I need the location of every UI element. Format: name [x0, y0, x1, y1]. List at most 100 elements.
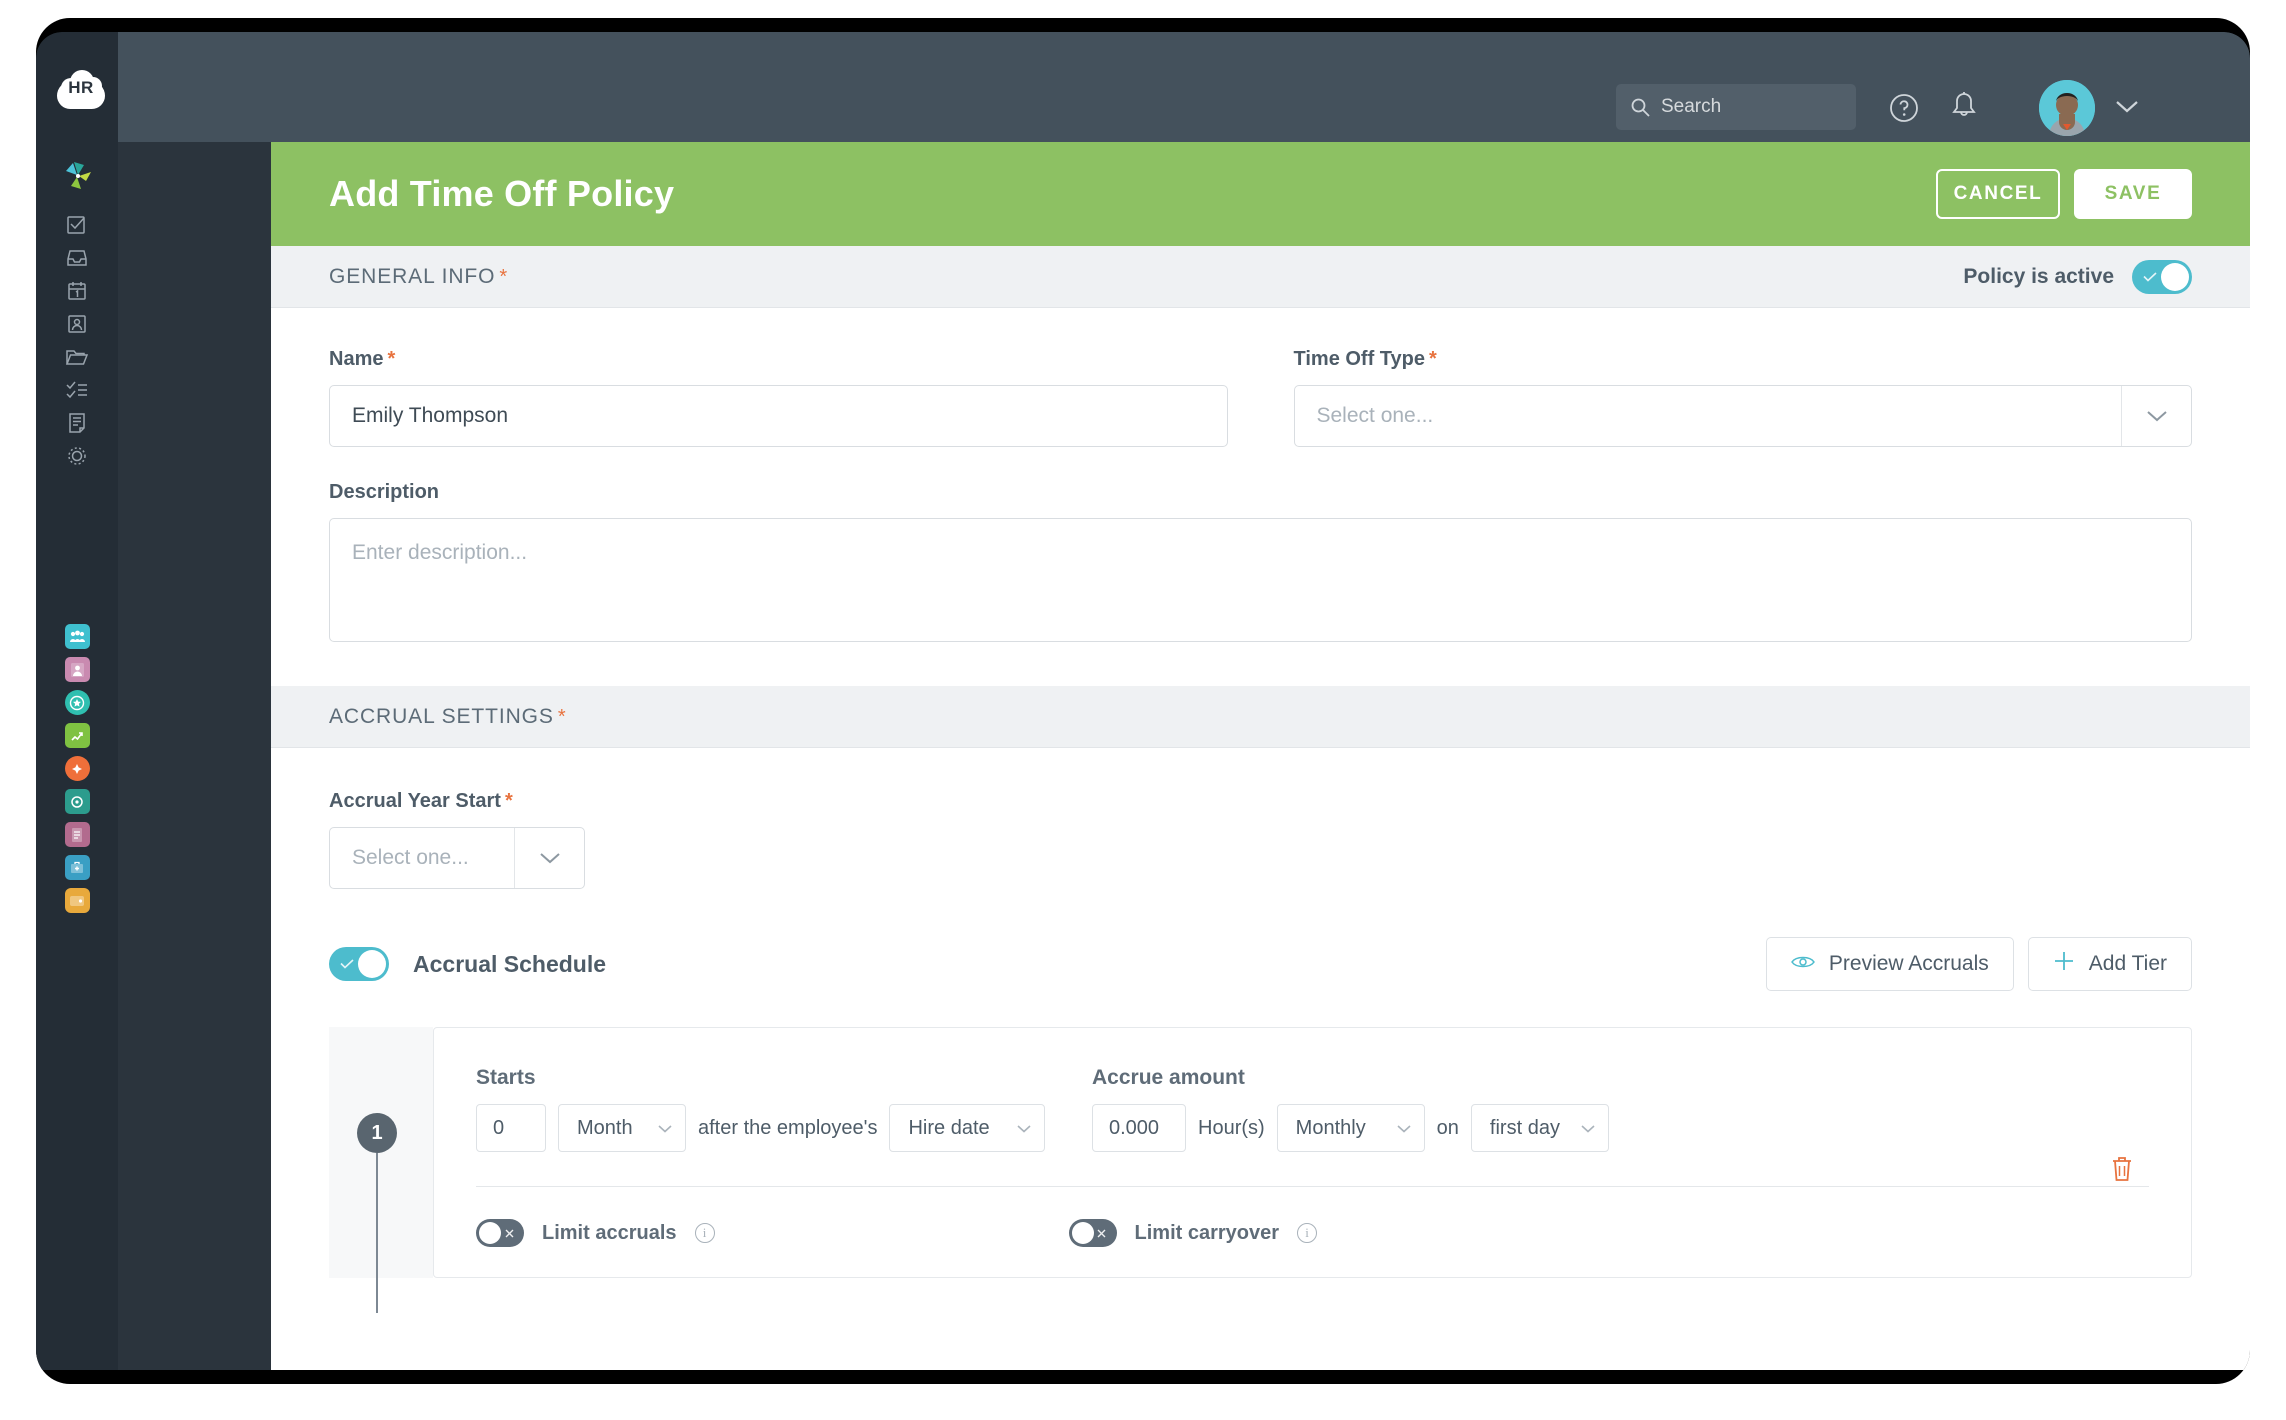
chevron-down-icon[interactable]: [2121, 386, 2191, 446]
sidebar-item-directory-app[interactable]: [36, 653, 118, 686]
policy-active-label: Policy is active: [1963, 264, 2114, 288]
accrue-on-text: on: [1436, 1116, 1459, 1139]
sidebar-nav: [36, 208, 118, 472]
sidebar-item-calendar[interactable]: [36, 274, 118, 307]
delete-tier-button[interactable]: [2109, 1154, 2135, 1189]
toggle-knob: [1071, 1222, 1094, 1244]
sidebar-item-wallet-app[interactable]: [36, 884, 118, 917]
accrue-controls: 0.000 Hour(s) Monthly on first day: [1092, 1104, 2149, 1152]
sidebar-item-performance-app[interactable]: [36, 719, 118, 752]
accrual-year-start-select[interactable]: Select one...: [329, 827, 585, 889]
accrual-schedule-toggle[interactable]: [329, 947, 389, 981]
close-icon: [498, 1219, 520, 1247]
question-circle-icon[interactable]: [1888, 92, 1920, 124]
hr-logo-text: HR: [68, 78, 94, 97]
pinwheel-logo-icon[interactable]: [60, 158, 96, 194]
accrual-settings-body: Accrual Year Start * Select one... Accru…: [271, 748, 2250, 1313]
page-header: Add Time Off Policy CANCEL SAVE: [271, 142, 2250, 246]
sidebar-item-files[interactable]: [36, 340, 118, 373]
tier-gutter: 1: [329, 1027, 433, 1313]
name-field-group: Name * Emily Thompson: [329, 348, 1228, 447]
required-asterisk: *: [499, 265, 509, 288]
sidebar-item-compass-app[interactable]: [36, 752, 118, 785]
sidebar-item-employee[interactable]: [36, 307, 118, 340]
policy-active-toggle[interactable]: [2132, 259, 2192, 294]
save-button[interactable]: SAVE: [2074, 169, 2192, 219]
accrual-year-start-value: Select one...: [352, 846, 469, 869]
main-panel: Add Time Off Policy CANCEL SAVE GENERAL …: [271, 142, 2250, 1370]
chevron-down-icon: [1016, 1117, 1032, 1140]
chevron-down-icon[interactable]: [514, 828, 584, 888]
starts-anchor-value: Hire date: [908, 1116, 990, 1139]
starts-label: Starts: [476, 1066, 536, 1089]
description-group: Description Enter description...: [329, 447, 2192, 642]
cancel-button[interactable]: CANCEL: [1936, 169, 2060, 219]
sidebar-item-insights-app[interactable]: [36, 785, 118, 818]
accrual-year-start-label-text: Accrual Year Start: [329, 790, 501, 812]
hr-logo[interactable]: HR: [57, 69, 105, 109]
preview-accruals-button[interactable]: Preview Accruals: [1765, 937, 2014, 991]
accrual-settings-label: ACCRUAL SETTINGS: [329, 704, 554, 728]
accrue-frequency-value: Monthly: [1295, 1116, 1366, 1139]
search-placeholder: Search: [1661, 96, 1722, 117]
tier-starts-column: Starts 0 Month after the employee's Hire…: [476, 1066, 1092, 1152]
required-asterisk: *: [387, 348, 396, 370]
name-label: Name *: [329, 348, 1228, 371]
limit-accruals-group: Limit accruals i: [476, 1219, 715, 1247]
name-input[interactable]: Emily Thompson: [329, 385, 1228, 447]
sidebar-item-settings[interactable]: [36, 439, 118, 472]
starts-amount-input[interactable]: 0: [476, 1104, 546, 1152]
info-icon[interactable]: i: [1297, 1223, 1318, 1243]
time-off-type-select[interactable]: Select one...: [1293, 385, 2192, 447]
top-header-bar: Search: [118, 32, 2250, 142]
sidebar-item-benefits-app[interactable]: [36, 851, 118, 884]
sidebar-item-reports[interactable]: [36, 406, 118, 439]
toggle-knob: [479, 1222, 501, 1244]
chevron-down-icon[interactable]: [2114, 98, 2140, 114]
starts-anchor-select[interactable]: Hire date: [889, 1104, 1046, 1152]
accrue-day-select[interactable]: first day: [1470, 1104, 1609, 1152]
starts-unit-select[interactable]: Month: [558, 1104, 686, 1152]
avatar[interactable]: [2039, 80, 2095, 136]
tier-columns: Starts 0 Month after the employee's Hire…: [476, 1066, 2149, 1152]
name-label-text: Name: [329, 348, 384, 370]
limit-accruals-toggle[interactable]: [476, 1219, 524, 1247]
accrual-settings-section-bar: ACCRUAL SETTINGS *: [271, 686, 2250, 748]
accrue-amount-input[interactable]: 0.000: [1092, 1104, 1186, 1152]
sidebar-item-people-app[interactable]: [36, 620, 118, 653]
search-icon: [1630, 97, 1651, 118]
close-icon: [1091, 1219, 1113, 1247]
add-tier-button[interactable]: Add Tier: [2027, 937, 2192, 991]
bell-icon[interactable]: [1949, 90, 1979, 124]
accrue-frequency-select[interactable]: Monthly: [1276, 1104, 1425, 1152]
search-input[interactable]: Search: [1616, 84, 1856, 130]
toggle-knob: [358, 950, 386, 978]
required-asterisk: *: [557, 705, 567, 728]
starts-unit-value: Month: [577, 1116, 633, 1139]
info-icon[interactable]: i: [694, 1223, 715, 1243]
accrue-day-value: first day: [1489, 1116, 1560, 1139]
header-actions: CANCEL SAVE: [1936, 169, 2192, 219]
sidebar-item-recognition-app[interactable]: [36, 686, 118, 719]
general-info-section-bar: GENERAL INFO * Policy is active: [271, 246, 2250, 308]
accrual-year-start-group: Accrual Year Start * Select one...: [329, 748, 2192, 889]
check-icon: [333, 947, 361, 981]
time-off-type-value: Select one...: [1316, 404, 1434, 427]
time-off-type-label-text: Time Off Type: [1293, 348, 1426, 370]
limit-carryover-group: Limit carryover i: [1068, 1219, 1318, 1247]
sidebar-item-payroll-app[interactable]: [36, 818, 118, 851]
accrual-schedule-actions: Preview Accruals Add Tier: [1765, 937, 2192, 991]
sidebar-item-inbox[interactable]: [36, 241, 118, 274]
limit-carryover-toggle[interactable]: [1068, 1219, 1117, 1247]
starts-connector-text: after the employee's: [698, 1116, 878, 1139]
page-title: Add Time Off Policy: [329, 173, 675, 214]
device-frame: HR Search Add Time Off Policy CANCEL SAV…: [36, 18, 2250, 1384]
left-sidebar: HR: [36, 32, 118, 1370]
sidebar-item-checklist[interactable]: [36, 373, 118, 406]
sidebar-apps: [36, 620, 118, 917]
limit-carryover-label: Limit carryover: [1134, 1221, 1280, 1244]
sidebar-item-tasks[interactable]: [36, 208, 118, 241]
description-textarea[interactable]: Enter description...: [329, 518, 2192, 642]
toggle-knob: [2161, 262, 2189, 291]
plus-icon: [2053, 950, 2075, 978]
